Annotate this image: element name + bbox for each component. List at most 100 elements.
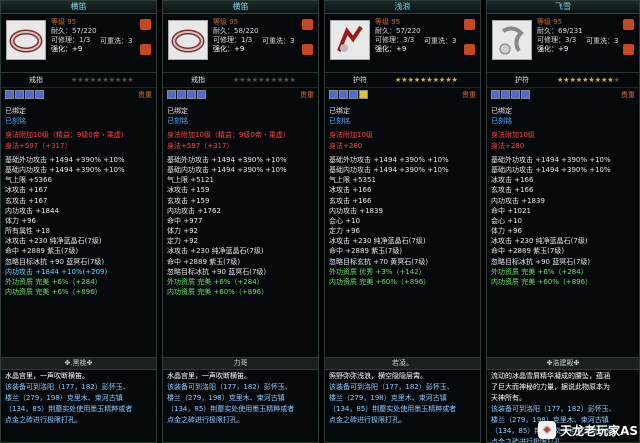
attribute-line: 外功资质 完美 +6%（+284）: [491, 267, 588, 276]
gem-slot-icon[interactable]: [187, 90, 196, 99]
gem-slot-icon[interactable]: [339, 90, 348, 99]
gem-slot-icon[interactable]: [197, 90, 206, 99]
attribute-line: 外功资质 完美 +6%（+284）: [5, 278, 102, 286]
item-enhance-level: 强化：+9: [537, 45, 569, 53]
engrave-flag-icon: [464, 44, 475, 55]
star-icon: ★: [289, 76, 296, 84]
attribute-line: 基础内功攻击 +1494 +390% +10%: [167, 165, 287, 174]
description-line: （134，85）荆蘼实处使用墨玉精粹或者: [5, 405, 133, 413]
item-wash-count: 可重洗：3: [424, 37, 457, 45]
description-line: 点金之砖进行极限打孔。: [167, 416, 244, 424]
attribute-line: 玄攻击 +159: [167, 196, 210, 205]
attribute-line: 冰攻击 +230 纯净蓝晶石(7级): [329, 237, 426, 246]
item-icon[interactable]: [330, 20, 370, 60]
description-line: （134，85）荆蘼实处使用墨玉精粹或者: [329, 405, 457, 413]
gem-slots: 贵重: [487, 88, 639, 102]
gem-slot-icon[interactable]: [5, 90, 14, 99]
item-durability: 耐久：58/220: [213, 27, 259, 35]
attribute-line: 基础外功攻击 +1494 +390% +10%: [5, 155, 125, 164]
gem-slot-icon[interactable]: [177, 90, 186, 99]
attribute-line: 气上限 +5366: [5, 176, 52, 185]
gem-slot-icon[interactable]: [359, 90, 368, 99]
attribute-line: 基础内功攻击 +1494 +390% +10%: [5, 165, 125, 174]
attribute-line: 所有属性 +18: [5, 227, 50, 236]
description-line: 该装备可到洛阳（177，182）彭怀玉、: [329, 383, 454, 391]
gem-slot-icon[interactable]: [511, 90, 520, 99]
item-type-bar: 护符 ★★★★★★★★★★: [325, 73, 480, 88]
attribute-line: 内功资质 完美 +6%（+896）: [5, 288, 102, 297]
amulet-panel-1: 浅浪 等级 95 耐久：57/220 可修理：3/3 可重洗：3 强化：+9 护符 ★★★★★…: [324, 0, 481, 443]
bound-flag-icon: [464, 19, 475, 30]
item-icon[interactable]: [6, 20, 46, 60]
attribute-line: 身法附加10级: [491, 131, 535, 140]
ring-panel-2: 横笛 等级 95 耐久：58/220 可修理：1/3 可重洗：3 强化：+9 戒指 ★★★★★…: [162, 0, 319, 443]
attribute-line: 已刻铭: [5, 117, 26, 126]
star-icon: ★: [451, 76, 458, 84]
attribute-line: 冰攻击 +166: [491, 176, 534, 185]
crafter-signature: ✤浩建殿✤: [487, 357, 639, 370]
description-line: 楼兰（279，198）克里木、束河古镇: [5, 394, 123, 402]
item-level: 等级 95: [537, 18, 563, 26]
star-icon: ★: [127, 76, 134, 84]
item-name: 横笛: [163, 1, 318, 14]
attribute-line: 命中 +2889 紫玉(7级): [5, 247, 79, 256]
item-enhance-level: 强化：+9: [375, 45, 407, 53]
item-type-bar: 护符 ★★★★★★★★★★: [487, 73, 639, 88]
attribute-list: 已绑定 已刻铭 身法附加10级 身法+280 基础外功攻击 +1494 +390% +1…: [487, 102, 639, 287]
description-line: 水晶宫里，一声吹断横笛。: [5, 372, 89, 380]
attribute-line: 已绑定: [167, 107, 188, 115]
gem-slot-icon[interactable]: [491, 90, 500, 99]
gem-slot-icon[interactable]: [501, 90, 510, 99]
gem-slot-icon[interactable]: [521, 90, 530, 99]
attribute-line: 内功攻击 +1839: [329, 206, 383, 215]
bound-flag-icon: [302, 19, 313, 30]
item-durability: 耐久：57/220: [375, 27, 421, 35]
attribute-line: 内功资质 完美 +60%（+896）: [329, 278, 431, 286]
attribute-line: 已刻铭: [329, 117, 350, 126]
description-line: 该装备可到洛阳（177，182）彭怀玉、: [5, 383, 130, 391]
app-logo-icon: ✦: [538, 421, 557, 439]
attribute-line: 已绑定: [329, 107, 350, 115]
item-icon[interactable]: [168, 20, 208, 60]
attribute-line: 冰攻击 +167: [5, 186, 48, 195]
gem-slot-icon[interactable]: [35, 90, 44, 99]
item-name: 横笛: [1, 1, 156, 14]
attribute-line: 命中 +2889 紫玉(7级): [329, 247, 403, 256]
attribute-line: 玄攻击 +166: [329, 196, 372, 205]
item-type: 护符: [353, 76, 367, 84]
attribute-line: 身法附加10级（精益：9级0帝・乘虚）: [5, 131, 128, 140]
item-header: 等级 95 耐久：57/220 可修理：3/3 可重洗：3 强化：+9: [325, 14, 480, 73]
attribute-line: 内功资质 完美 +60%（+896）: [167, 288, 269, 297]
attribute-line: 内功攻击 +1844 +10%(+209): [5, 267, 108, 276]
attribute-line: 已绑定: [5, 107, 26, 115]
attribute-line: 已绑定: [491, 107, 512, 115]
attribute-line: 气上限 +5121: [167, 176, 214, 185]
attribute-line: 体力 +92: [167, 227, 198, 236]
attribute-line: 忽略目标冰抗 +90 蓝冥石(7级): [491, 257, 591, 266]
item-icon[interactable]: [492, 20, 532, 60]
attribute-line: 身法附加10级: [329, 131, 373, 140]
attribute-line: 身法+597（+317）: [167, 141, 234, 150]
attribute-line: 内功攻击 +1839: [491, 196, 545, 205]
gem-slots: 贵重: [163, 88, 318, 102]
attribute-line: 内功攻击 +1844: [5, 206, 59, 215]
item-description: 水晶宫里，一声吹断横笛。 该装备可到洛阳（177，182）彭怀玉、 楼兰（279，1…: [167, 371, 315, 426]
crafter-signature: 力哥: [163, 357, 318, 370]
attribute-line: 基础外功攻击 +1494 +390% +10%: [329, 155, 449, 164]
gem-slot-icon[interactable]: [349, 90, 358, 99]
attribute-line: 命中 +2889 紫玉(7级): [167, 257, 241, 266]
attribute-line: 定力 +92: [167, 237, 198, 246]
gem-slots: 贵重: [325, 88, 480, 102]
item-description: 水晶宫里，一声吹断横笛。该装备可到洛阳（177，182）彭怀玉、 楼兰（279，1…: [5, 371, 153, 426]
item-durability: 耐久：57/220: [51, 27, 97, 35]
item-name: 浅浪: [325, 1, 480, 14]
attribute-line: 玄攻击 +167: [5, 196, 48, 205]
gem-slot-icon[interactable]: [25, 90, 34, 99]
attribute-line: 命中 +977: [167, 216, 203, 225]
gem-slot-icon[interactable]: [329, 90, 338, 99]
attribute-line: 忽略目标玄抗 +70 黄冥石(7级): [329, 257, 429, 266]
gem-slot-icon[interactable]: [15, 90, 24, 99]
item-type-bar: 戒指 ★★★★★★★★★★: [163, 73, 318, 88]
item-repair-count: 可修理：1/3: [51, 36, 91, 44]
gem-slot-icon[interactable]: [167, 90, 176, 99]
